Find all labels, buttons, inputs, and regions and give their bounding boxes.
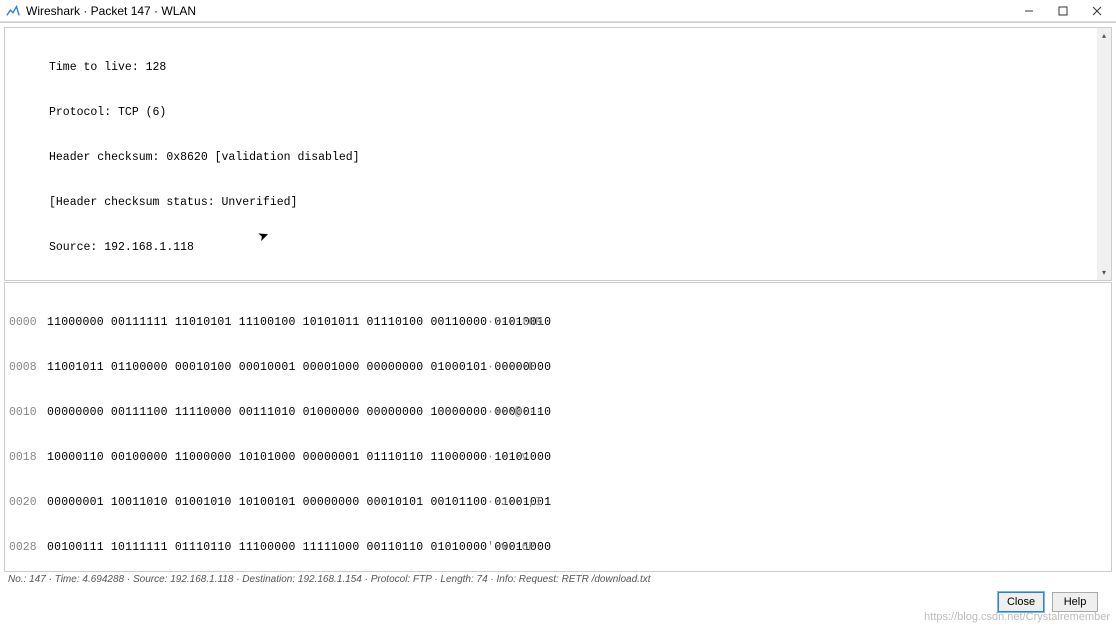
vertical-scrollbar[interactable]: ▴ ▾ [1097, 28, 1111, 280]
packet-details-tree[interactable]: Time to live: 128 Protocol: TCP (6) Head… [5, 28, 1111, 281]
dialog-footer: Close Help [0, 586, 1116, 617]
hex-row[interactable]: 002800100111 10111111 01110110 11100000 … [9, 540, 1111, 555]
window-title: Wireshark · Packet 147 · WLAN [26, 4, 1012, 18]
help-button[interactable]: Help [1052, 592, 1098, 612]
status-bar: No.: 147 · Time: 4.694288 · Source: 192.… [4, 572, 1112, 586]
packet-details-pane[interactable]: Time to live: 128 Protocol: TCP (6) Head… [4, 27, 1112, 281]
close-button[interactable]: Close [998, 592, 1044, 612]
tree-node[interactable]: Time to live: 128 [9, 60, 1111, 75]
packet-bytes-pane[interactable]: 000011000000 00111111 11010101 11100100 … [4, 282, 1112, 573]
tree-node[interactable]: Protocol: TCP (6) [9, 105, 1111, 120]
scroll-down-icon[interactable]: ▾ [1097, 266, 1111, 280]
tree-node[interactable]: [Header checksum status: Unverified] [9, 195, 1111, 210]
hex-row[interactable]: 000811001011 01100000 00010100 00010001 … [9, 360, 1111, 375]
window-controls [1012, 0, 1114, 21]
tree-node[interactable]: Header checksum: 0x8620 [validation disa… [9, 150, 1111, 165]
hex-row[interactable]: 000011000000 00111111 11010101 11100100 … [9, 315, 1111, 330]
tree-node[interactable]: Source: 192.168.1.118 [9, 240, 1111, 255]
scroll-up-icon[interactable]: ▴ [1097, 28, 1111, 42]
title-bar: Wireshark · Packet 147 · WLAN [0, 0, 1116, 22]
maximize-button[interactable] [1046, 0, 1080, 21]
hex-row[interactable]: 002000000001 10011010 01001010 10100101 … [9, 495, 1111, 510]
close-window-button[interactable] [1080, 0, 1114, 21]
main-area: Time to live: 128 Protocol: TCP (6) Head… [0, 22, 1116, 617]
packet-bytes[interactable]: 000011000000 00111111 11010101 11100100 … [5, 283, 1111, 573]
minimize-button[interactable] [1012, 0, 1046, 21]
hex-row[interactable]: 001810000110 00100000 11000000 10101000 … [9, 450, 1111, 465]
hex-row[interactable]: 001000000000 00111100 11110000 00111010 … [9, 405, 1111, 420]
status-text: No.: 147 · Time: 4.694288 · Source: 192.… [8, 574, 651, 585]
app-icon [6, 4, 20, 18]
